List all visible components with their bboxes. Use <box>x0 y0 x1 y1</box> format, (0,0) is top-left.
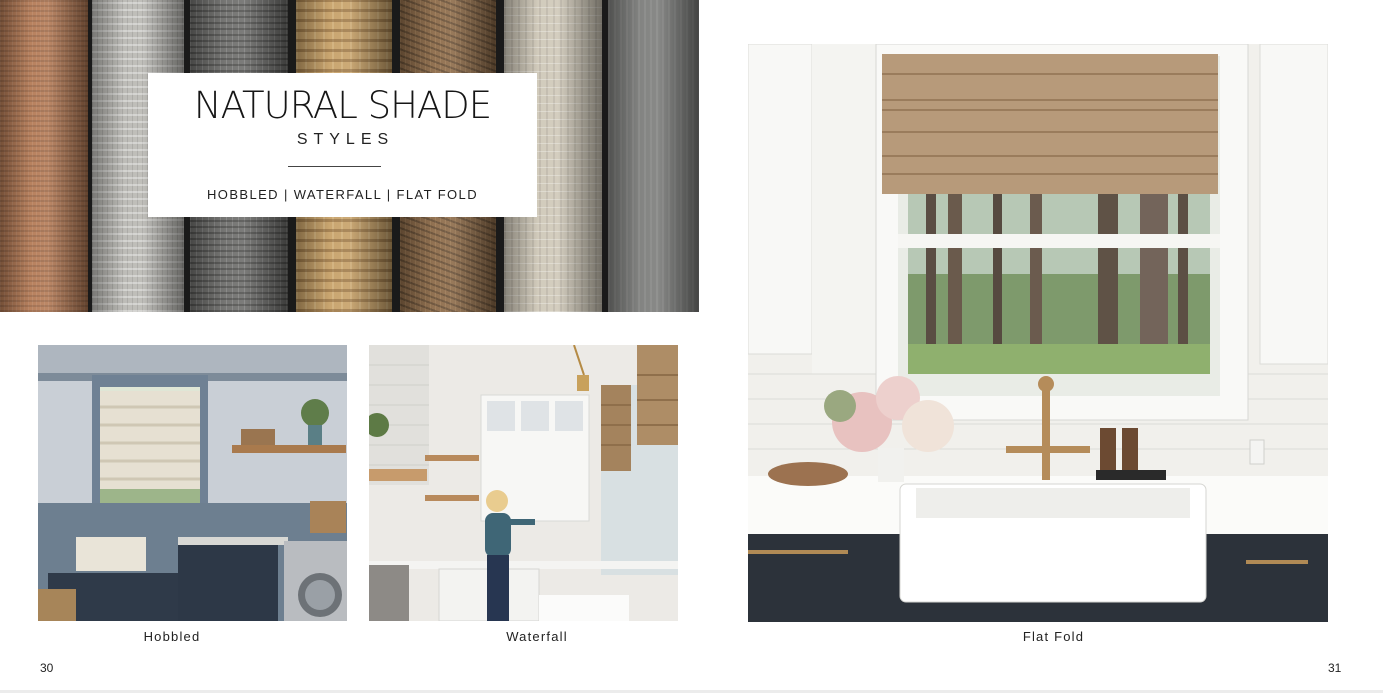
flat-fold-kitchen-illustration <box>748 44 1328 622</box>
fabric-roll <box>0 0 88 312</box>
hobbled-caption: Hobbled <box>143 629 201 644</box>
waterfall-kitchen-illustration <box>369 345 678 621</box>
waterfall-photo <box>369 345 678 621</box>
flat-fold-caption: Flat Fold <box>1022 629 1085 644</box>
page-title: NATURAL SHADE <box>193 84 492 127</box>
hobbled-room-illustration <box>38 345 347 621</box>
divider <box>288 166 381 167</box>
page-number-left: 30 <box>40 661 54 675</box>
page-subtitle: STYLES <box>296 131 395 148</box>
flat-fold-photo <box>748 44 1328 622</box>
styles-list: HOBBLED | WATERFALL | FLAT FOLD <box>207 187 478 202</box>
title-card: NATURAL SHADE STYLES HOBBLED | WATERFALL… <box>148 73 537 217</box>
waterfall-caption: Waterfall <box>506 629 568 644</box>
fabric-roll <box>608 0 699 312</box>
page-number-right: 31 <box>1328 661 1342 675</box>
hobbled-photo <box>38 345 347 621</box>
